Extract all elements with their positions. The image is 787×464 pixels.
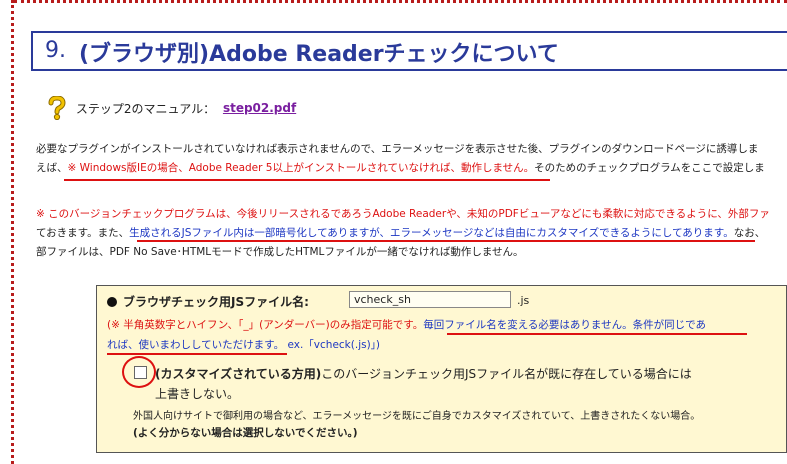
- paragraph-1-line-2: えば、※ Windows版IEの場合、Adobe Reader 5以上がインスト…: [36, 162, 765, 174]
- section-title-text: (ブラウザ別)Adobe Readerチェックについて: [79, 42, 559, 67]
- annotation-underline-3: [447, 333, 747, 335]
- js-extension: .js: [517, 294, 530, 307]
- paragraph-1-line-1: 必要なプラグインがインストールされていなければ表示されませんので、エラーメッセー…: [36, 143, 759, 155]
- section-title-underline: [31, 69, 787, 71]
- annotation-underline-4: [107, 353, 287, 355]
- paragraph-2: ※ このバージョンチェックプログラムは、今後リリースされるであろうAdobe R…: [36, 205, 770, 262]
- paragraph-2-line-3: 部ファイルは、PDF No Save･HTMLモードで作成したHTMLファイルが…: [36, 246, 524, 258]
- section-title: 9. (ブラウザ別)Adobe Readerチェックについて: [31, 31, 787, 69]
- option-line-1: (カスタマイズされている方用)このバージョンチェック用JSファイル名が既に存在し…: [155, 367, 692, 381]
- js-filename-row: ブラウザチェック用JSファイル名:: [107, 293, 309, 310]
- step-manual-row: ステップ2のマニュアル： step02.pdf: [46, 95, 296, 121]
- step-manual-label: ステップ2のマニュアル：: [75, 101, 216, 116]
- js-settings-box: ブラウザチェック用JSファイル名: .js (※ 半角英数字とハイフン、「_」(…: [96, 285, 787, 453]
- annotation-underline-2: [137, 240, 755, 242]
- js-filename-label: ブラウザチェック用JSファイル名:: [123, 295, 309, 309]
- paragraph-2-line-1: ※ このバージョンチェックプログラムは、今後リリースされるであろうAdobe R…: [36, 208, 770, 220]
- js-note-line-1: (※ 半角英数字とハイフン、「_」(アンダーバー)のみ指定可能です。毎回ファイル…: [107, 319, 706, 331]
- question-mark-icon: [46, 95, 68, 121]
- annotation-underline-1: [64, 179, 550, 181]
- js-filename-input[interactable]: [349, 291, 511, 308]
- step02-pdf-link[interactable]: step02.pdf: [223, 101, 296, 115]
- option-description: 外国人向けサイトで御利用の場合など、エラーメッセージを既にご自身でカスタマイズさ…: [133, 411, 701, 422]
- paragraph-1: 必要なプラグインがインストールされていなければ表示されませんので、エラーメッセー…: [36, 140, 765, 178]
- page-border-top: [14, 0, 787, 3]
- bullet-icon: [107, 296, 117, 307]
- checkbox-highlight-circle: [122, 356, 156, 388]
- page-border-left: [11, 0, 14, 464]
- js-note-line-2: れば、使いまわししていただけます。 ex.「vcheck(.js)」): [107, 339, 381, 351]
- customize-note: 生成されるJSファイル内は一部暗号化してありますが、エラーメッセージなどは自由に…: [129, 227, 734, 239]
- warning-text: ※ Windows版IEの場合、Adobe Reader 5以上がインストールさ…: [67, 162, 535, 174]
- option-line-2: 上書きしない。: [155, 387, 240, 401]
- section-number: 9.: [45, 38, 66, 63]
- option-warning: (よく分からない場合は選択しないでください。): [133, 427, 358, 439]
